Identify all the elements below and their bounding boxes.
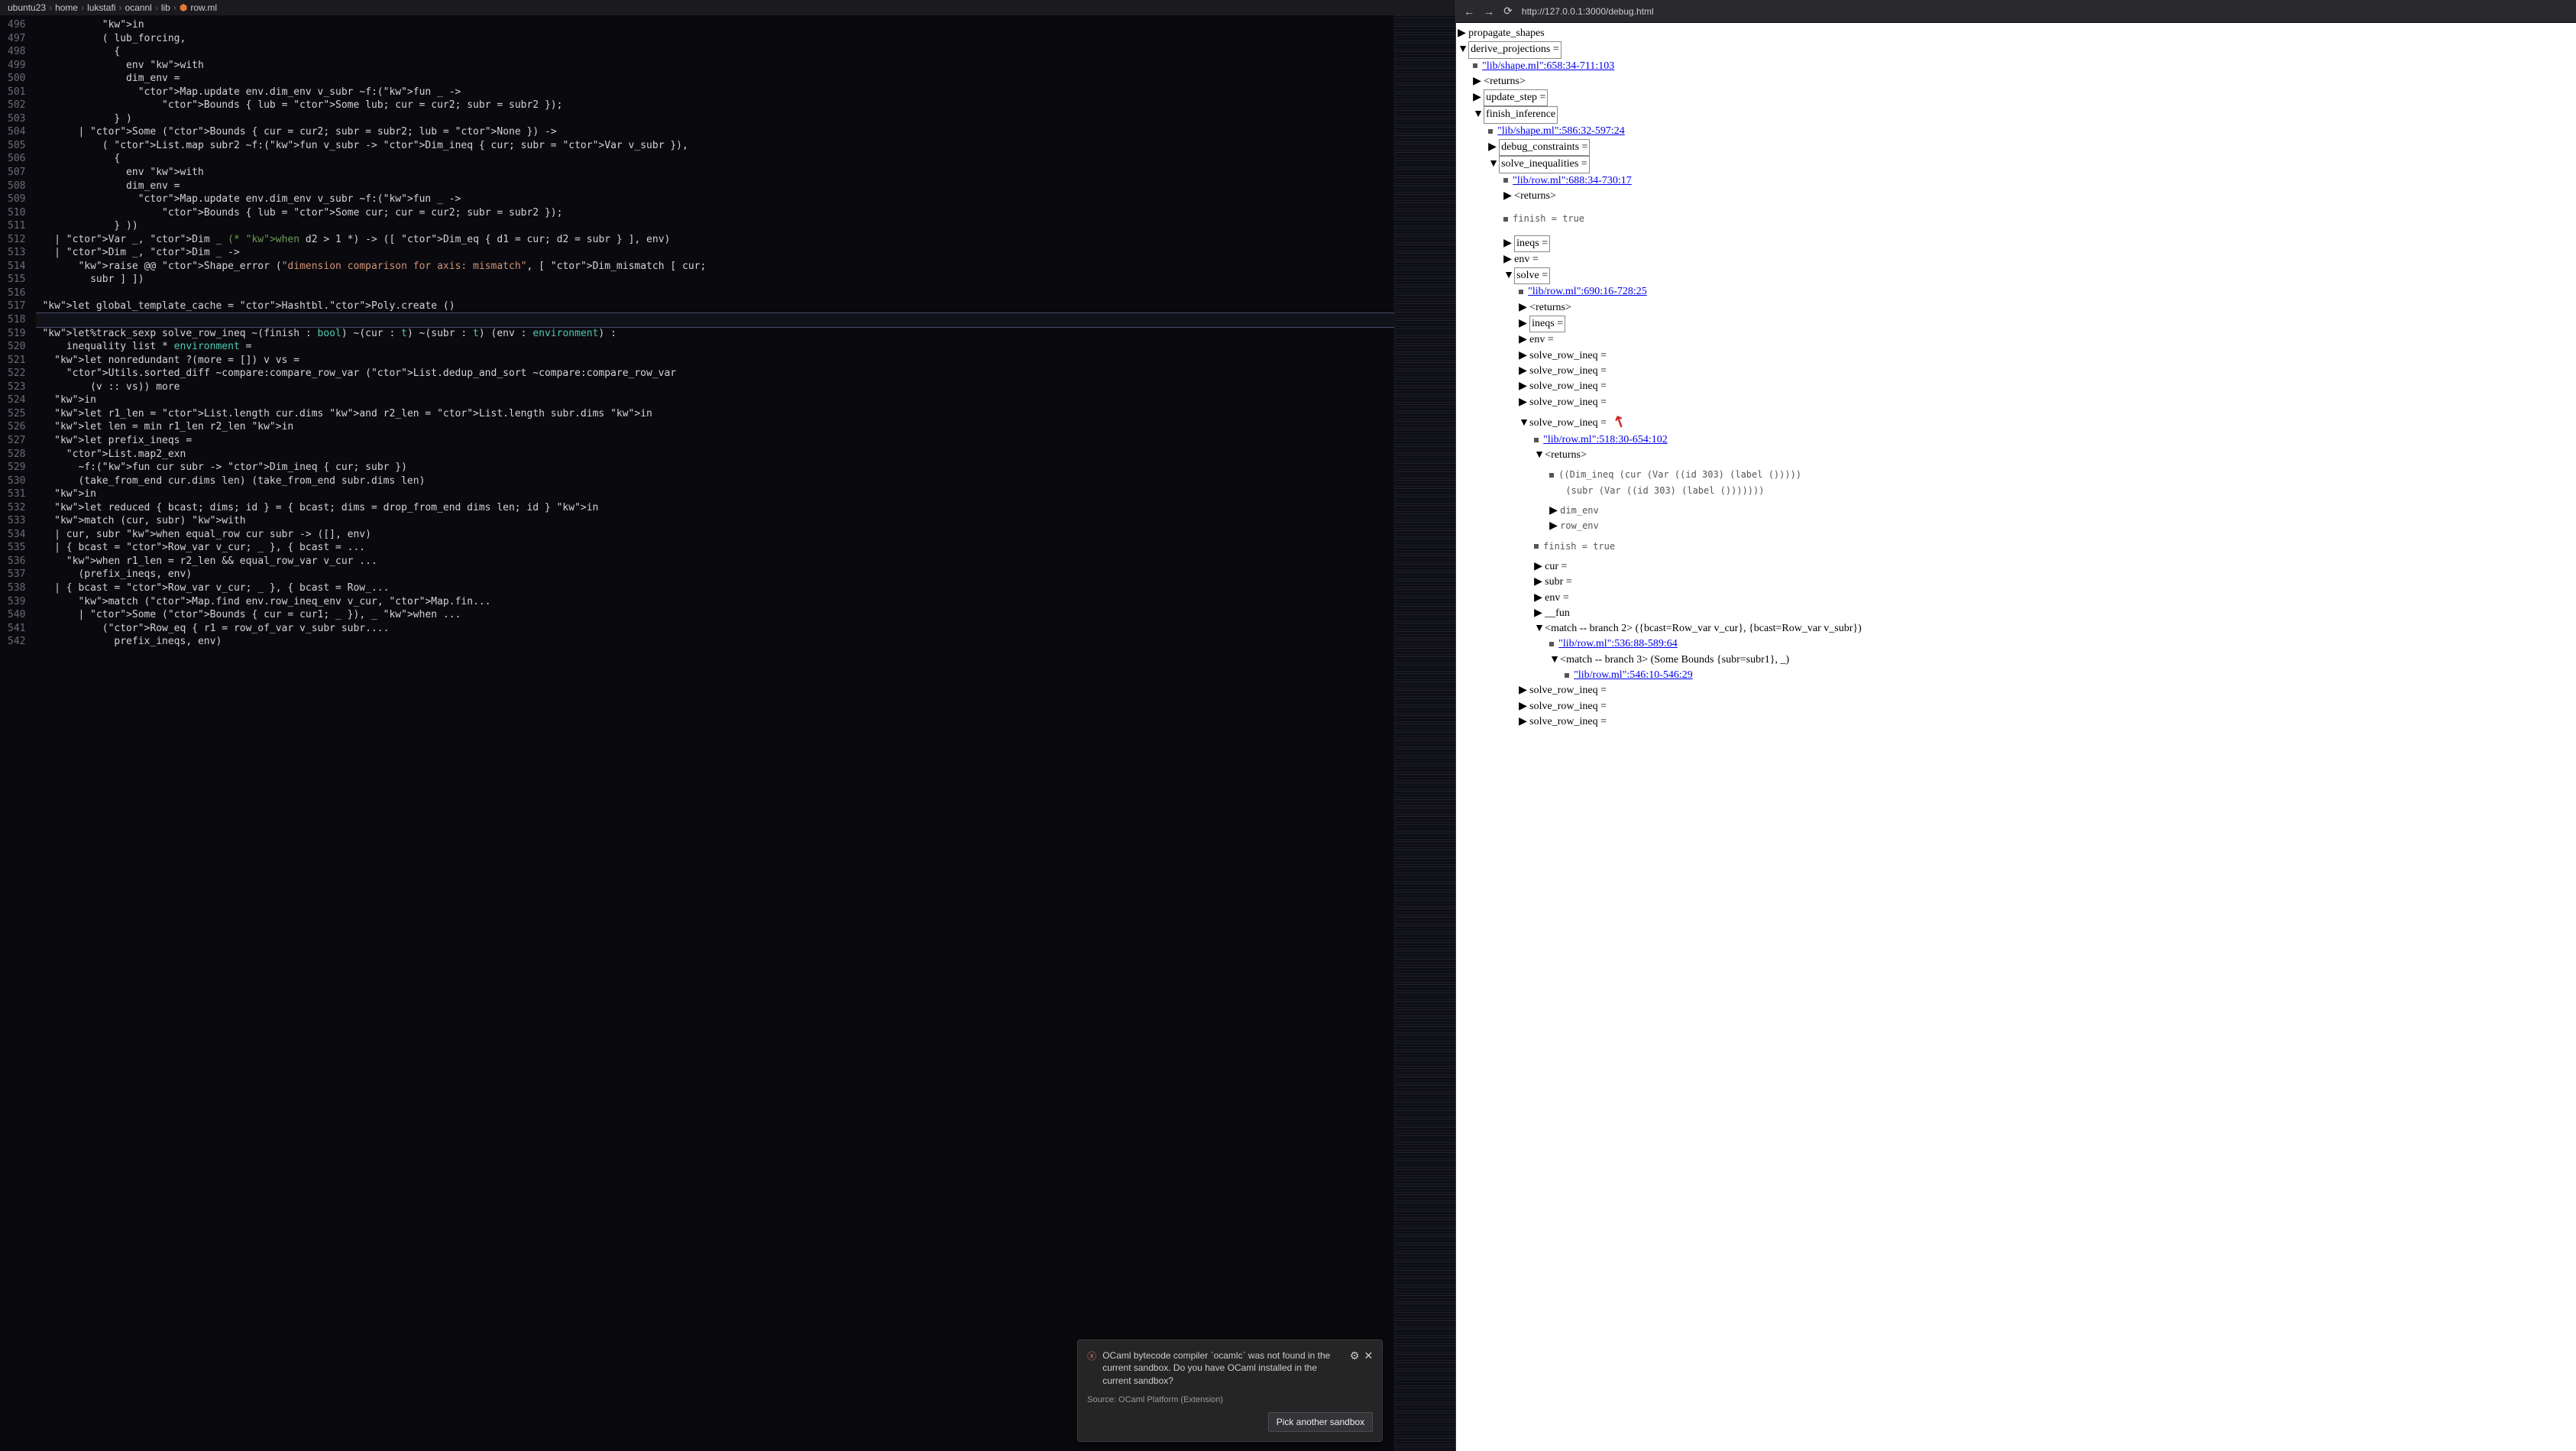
notification-message: OCaml bytecode compiler `ocamlc` was not…: [1102, 1349, 1344, 1388]
chevron-right-icon[interactable]: ▶: [1488, 140, 1497, 155]
gear-icon[interactable]: ⚙: [1350, 1349, 1360, 1362]
tree-node[interactable]: solve_row_ineq =: [1529, 685, 1607, 696]
tree-leaf: ((Dim_ineq (cur (Var ((id 303) (label ()…: [1558, 469, 1801, 480]
chevron-down-icon[interactable]: ▼: [1503, 268, 1513, 283]
chevron-right-icon[interactable]: ▶: [1519, 332, 1528, 348]
tree-node[interactable]: ineqs =: [1529, 316, 1565, 332]
tree-node[interactable]: <match -- branch 3> (Some Bounds {subr=s…: [1560, 654, 1789, 666]
tree-leaf: (subr (Var ((id 303) (label ())))))): [1560, 485, 1764, 496]
source-link[interactable]: "lib/shape.ml":658:34-711:103: [1482, 60, 1614, 72]
chevron-down-icon[interactable]: ▼: [1473, 107, 1482, 122]
tree-node[interactable]: solve_row_ineq =: [1529, 397, 1607, 408]
chevron-down-icon[interactable]: ▼: [1458, 42, 1467, 57]
source-link[interactable]: "lib/shape.ml":586:32-597:24: [1497, 125, 1625, 137]
tree-node[interactable]: finish_inference: [1484, 106, 1558, 123]
chevron-right-icon[interactable]: ▶: [1534, 591, 1543, 606]
tree-node[interactable]: cur =: [1545, 561, 1567, 572]
chevron-right-icon[interactable]: ▶: [1519, 699, 1528, 714]
chevron-right-icon[interactable]: ▶: [1549, 504, 1558, 519]
chevron-down-icon[interactable]: ▼: [1549, 653, 1558, 668]
chevron-right-icon[interactable]: ▶: [1549, 519, 1558, 534]
tree-node[interactable]: dim_env: [1560, 505, 1599, 516]
tree-node[interactable]: row_env: [1560, 520, 1599, 531]
chevron-right-icon[interactable]: ▶: [1519, 364, 1528, 379]
chevron-right-icon[interactable]: ▶: [1534, 606, 1543, 621]
error-icon: ⓧ: [1087, 1349, 1096, 1362]
crumb-file[interactable]: row.ml: [190, 2, 217, 13]
tree-node[interactable]: update_step =: [1484, 89, 1548, 106]
url-bar[interactable]: http://127.0.0.1:3000/debug.html: [1522, 6, 1654, 17]
crumb[interactable]: ocannl: [125, 2, 151, 13]
tree-node[interactable]: derive_projections =: [1468, 41, 1561, 58]
source-link[interactable]: "lib/row.ml":690:16-728:25: [1528, 286, 1647, 297]
tree-node[interactable]: solve_row_ineq =: [1529, 701, 1607, 712]
file-icon: ⬢: [180, 2, 187, 13]
chevron-right-icon[interactable]: ▶: [1519, 683, 1528, 698]
chevron-right-icon[interactable]: ▶: [1519, 316, 1528, 332]
gutter-line-numbers: 4964974984995005015025035045055065075085…: [0, 15, 36, 1451]
tree-node[interactable]: solve =: [1514, 267, 1550, 284]
tree-node[interactable]: subr =: [1545, 576, 1572, 588]
tree-leaf: finish = true: [1513, 213, 1584, 224]
tree-node[interactable]: solve_inequalities =: [1499, 156, 1590, 173]
chevron-right-icon[interactable]: ▶: [1503, 252, 1513, 267]
tree-node[interactable]: <match -- branch 2> ({bcast=Row_var v_cu…: [1545, 623, 1862, 634]
crumb[interactable]: ubuntu23: [8, 2, 46, 13]
tree-node[interactable]: debug_constraints =: [1499, 139, 1590, 156]
minimap[interactable]: [1394, 15, 1455, 1451]
chevron-right-icon[interactable]: ▶: [1519, 348, 1528, 364]
chevron-right-icon[interactable]: ▶: [1503, 189, 1513, 204]
source-link[interactable]: "lib/row.ml":546:10-546:29: [1574, 669, 1693, 681]
tree-node[interactable]: <returns>: [1514, 190, 1556, 202]
reload-icon[interactable]: ⟳: [1503, 5, 1513, 18]
close-icon[interactable]: ✕: [1364, 1349, 1373, 1362]
tree-node[interactable]: solve_row_ineq =: [1529, 417, 1607, 429]
notification-toast: ⓧ OCaml bytecode compiler `ocamlc` was n…: [1077, 1339, 1383, 1442]
chevron-right-icon[interactable]: ▶: [1519, 379, 1528, 394]
source-link[interactable]: "lib/row.ml":518:30-654:102: [1543, 434, 1668, 445]
chevron-right-icon[interactable]: ▶: [1534, 575, 1543, 590]
chevron-right-icon[interactable]: ▶: [1519, 714, 1528, 730]
chevron-down-icon[interactable]: ▼: [1488, 157, 1497, 172]
tree-node[interactable]: solve_row_ineq =: [1529, 716, 1607, 727]
source-link[interactable]: "lib/row.ml":536:88-589:64: [1558, 638, 1678, 649]
back-icon[interactable]: ←: [1464, 5, 1474, 18]
chevron-right-icon[interactable]: ▶: [1473, 90, 1482, 105]
annotation-arrow-icon: ↙: [1607, 411, 1632, 432]
tree-node[interactable]: <returns>: [1529, 302, 1571, 313]
crumb[interactable]: home: [55, 2, 78, 13]
chevron-down-icon[interactable]: ▼: [1519, 416, 1528, 431]
tree-node[interactable]: solve_row_ineq =: [1529, 381, 1607, 392]
code-content[interactable]: "kw">in ( lub_forcing, { env "kw">with d…: [36, 15, 1394, 1451]
tree-node[interactable]: env =: [1545, 592, 1569, 604]
chevron-right-icon[interactable]: ▶: [1503, 236, 1513, 251]
pick-sandbox-button[interactable]: Pick another sandbox: [1268, 1412, 1373, 1432]
notification-source: Source: OCaml Platform (Extension): [1087, 1395, 1373, 1404]
debug-tree[interactable]: ▶propagate_shapes ▼derive_projections = …: [1456, 23, 2576, 1451]
chevron-down-icon[interactable]: ▼: [1534, 448, 1543, 463]
code-editor[interactable]: 4964974984995005015025035045055065075085…: [0, 15, 1455, 1451]
crumb[interactable]: lib: [161, 2, 170, 13]
chevron-right-icon[interactable]: ▶: [1519, 300, 1528, 316]
tree-node[interactable]: propagate_shapes: [1468, 28, 1545, 39]
chevron-right-icon[interactable]: ▶: [1519, 395, 1528, 410]
browser-toolbar: ← → ⟳ http://127.0.0.1:3000/debug.html: [1456, 0, 2576, 23]
source-link[interactable]: "lib/row.ml":688:34-730:17: [1513, 175, 1632, 186]
tree-node[interactable]: ineqs =: [1514, 235, 1550, 252]
chevron-right-icon[interactable]: ▶: [1473, 74, 1482, 89]
tree-node[interactable]: <returns>: [1545, 449, 1587, 461]
tree-node[interactable]: solve_row_ineq =: [1529, 365, 1607, 377]
breadcrumb: ubuntu23› home› lukstafi› ocannl› lib› ⬢…: [0, 0, 1455, 15]
chevron-right-icon[interactable]: ▶: [1534, 559, 1543, 575]
tree-node[interactable]: solve_row_ineq =: [1529, 350, 1607, 361]
chevron-down-icon[interactable]: ▼: [1534, 621, 1543, 636]
tree-node[interactable]: __fun: [1545, 607, 1570, 619]
tree-node[interactable]: env =: [1514, 254, 1539, 265]
tree-leaf: finish = true: [1543, 541, 1615, 552]
forward-icon[interactable]: →: [1484, 5, 1494, 18]
tree-node[interactable]: <returns>: [1484, 76, 1526, 87]
chevron-right-icon[interactable]: ▶: [1458, 26, 1467, 41]
crumb[interactable]: lukstafi: [87, 2, 115, 13]
tree-node[interactable]: env =: [1529, 334, 1554, 345]
